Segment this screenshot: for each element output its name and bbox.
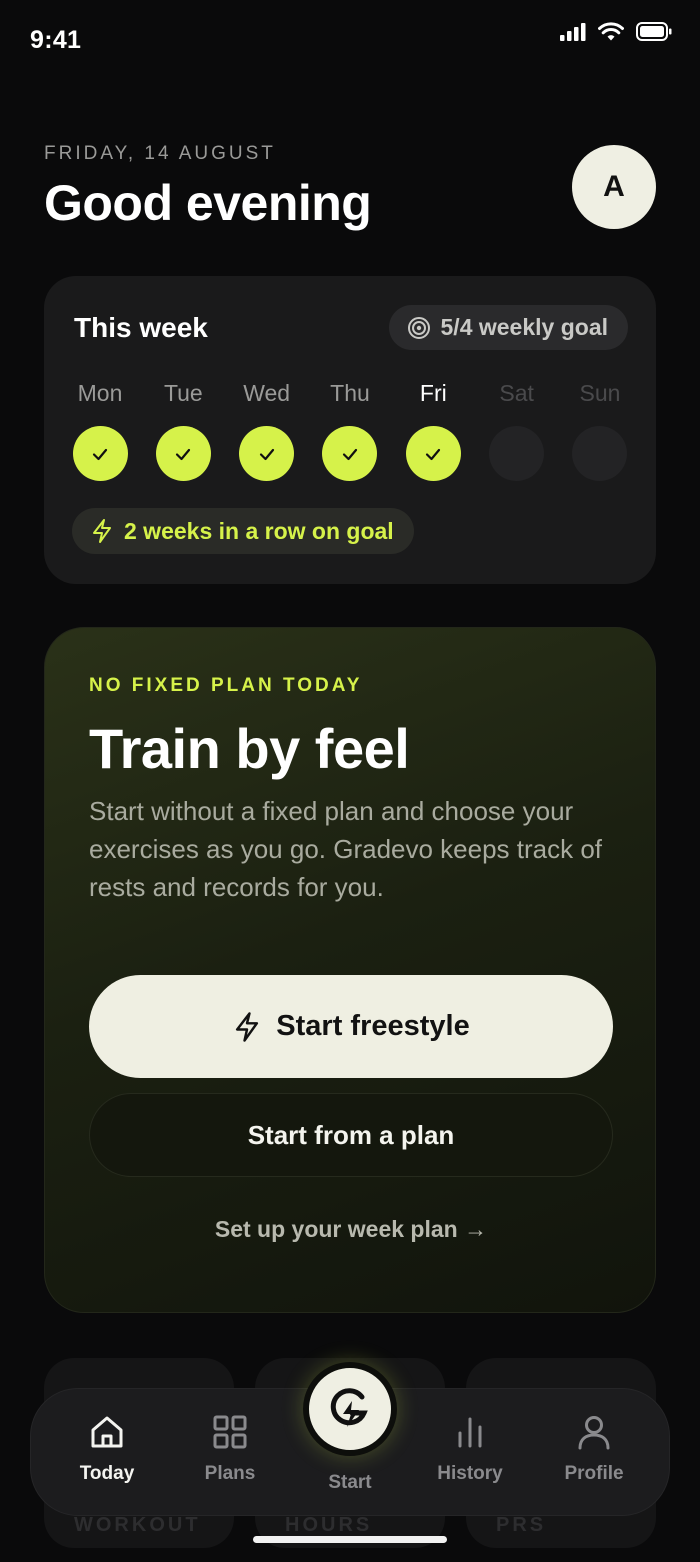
- week-days: Mon Tue Wed Thu Fri Sat Sun: [72, 380, 628, 481]
- day-wed: Wed: [239, 380, 295, 481]
- nav-label: Profile: [564, 1463, 624, 1484]
- nav-plans[interactable]: Plans: [175, 1389, 285, 1517]
- day-label: Mon: [77, 380, 123, 406]
- check-icon: [426, 448, 441, 460]
- card-description: Start without a fixed plan and choose yo…: [89, 796, 603, 902]
- day-complete-indicator: [155, 426, 211, 481]
- status-bar: 9:41: [0, 0, 700, 80]
- weekly-goal-label: 5/4 weekly goal: [440, 314, 608, 340]
- day-complete-indicator: [239, 426, 295, 481]
- day-sat: Sat: [489, 380, 545, 481]
- start-from-plan-button[interactable]: Start from a plan: [89, 1093, 613, 1177]
- start-from-plan-label: Start from a plan: [247, 1119, 455, 1150]
- day-sun: Sun: [572, 380, 628, 481]
- status-icons: [560, 22, 672, 41]
- day-tue: Tue: [155, 380, 211, 481]
- greeting-title: Good evening: [44, 175, 372, 231]
- avatar[interactable]: A: [572, 145, 656, 229]
- nav-label: Plans: [204, 1463, 256, 1484]
- bar-chart-icon: [458, 1417, 482, 1448]
- day-empty-indicator: [489, 426, 545, 481]
- day-label: Sun: [579, 380, 621, 406]
- train-by-feel-card: NO FIXED PLAN TODAY Train by feel Start …: [44, 627, 656, 1313]
- nav-today[interactable]: Today: [52, 1389, 162, 1517]
- home-indicator: [253, 1536, 447, 1543]
- signal-icon: [560, 22, 586, 41]
- week-title: This week: [74, 312, 208, 343]
- streak-label: 2 weeks in a row on goal: [124, 517, 394, 544]
- bolt-logo-icon: [330, 1388, 368, 1427]
- nav-label: Today: [79, 1463, 135, 1484]
- day-complete-indicator: [322, 426, 378, 481]
- card-eyebrow: NO FIXED PLAN TODAY: [89, 675, 363, 696]
- stat-label: WORKOUT: [74, 1514, 201, 1536]
- stat-label: PRS: [496, 1514, 547, 1536]
- weekly-goal-badge[interactable]: 5/4 weekly goal: [388, 305, 628, 350]
- date-label: FRIDAY, 14 AUGUST: [44, 143, 276, 164]
- bolt-icon: [236, 1011, 259, 1042]
- home-icon: [91, 1416, 123, 1448]
- nav-label: Start: [328, 1472, 372, 1493]
- battery-icon: [636, 22, 672, 41]
- target-icon: [407, 316, 430, 339]
- wifi-icon: [598, 22, 624, 41]
- nav-profile[interactable]: Profile: [539, 1389, 649, 1517]
- day-complete-indicator: [72, 426, 128, 481]
- check-icon: [176, 448, 191, 460]
- status-time: 9:41: [30, 26, 82, 54]
- setup-week-plan-link[interactable]: Set up your week plan →: [45, 1216, 657, 1243]
- day-thu: Thu: [322, 380, 378, 481]
- nav-label: History: [437, 1463, 503, 1484]
- day-empty-indicator: [572, 426, 628, 481]
- check-icon: [342, 448, 358, 460]
- streak-badge: 2 weeks in a row on goal: [72, 508, 414, 554]
- start-workout-button[interactable]: [303, 1362, 397, 1456]
- week-summary-card: This week 5/4 weekly goal Mon Tue Wed Th…: [44, 276, 656, 584]
- day-label: Sat: [499, 380, 534, 406]
- day-fri: Fri: [405, 380, 461, 481]
- grid-icon: [213, 1415, 247, 1449]
- day-label: Fri: [419, 380, 447, 406]
- card-title: Train by feel: [89, 717, 410, 780]
- start-freestyle-button[interactable]: Start freestyle: [89, 975, 613, 1078]
- day-mon: Mon: [72, 380, 128, 481]
- day-label: Tue: [163, 380, 203, 406]
- bolt-icon: [93, 519, 111, 543]
- person-icon: [578, 1416, 610, 1450]
- start-freestyle-label: Start freestyle: [276, 1010, 470, 1042]
- check-icon: [259, 448, 274, 460]
- day-label: Thu: [330, 380, 370, 406]
- stat-label: HOURS: [285, 1514, 373, 1536]
- day-complete-indicator: [405, 426, 461, 481]
- nav-history[interactable]: History: [415, 1389, 525, 1517]
- check-icon: [92, 448, 108, 460]
- day-label: Wed: [243, 380, 291, 406]
